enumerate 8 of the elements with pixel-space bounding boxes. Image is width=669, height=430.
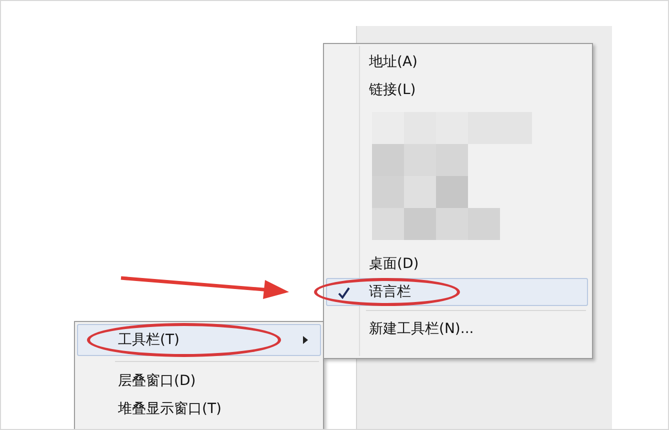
menu-item[interactable]: 新建工具栏(N)... [326,315,588,343]
menu-item[interactable]: 桌面(D) [326,250,588,278]
menu-item[interactable]: 层叠窗口(D) [77,367,321,395]
menu-item[interactable]: 工具栏(T) [77,324,321,356]
menu-item[interactable]: 链接(L) [326,76,588,104]
menu-item[interactable]: 堆叠显示窗口(T) [77,395,321,423]
menu-item[interactable]: 语言栏 [326,278,588,306]
menu-item[interactable]: 地址(A) [326,48,588,76]
